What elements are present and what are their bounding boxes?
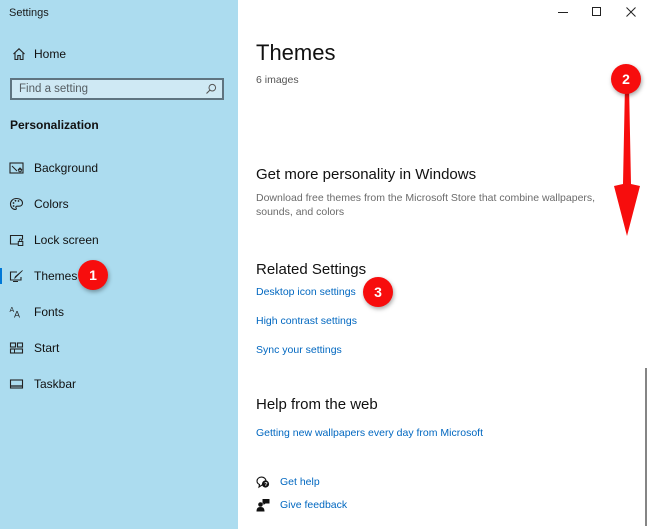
sidebar-item-label: Background — [34, 161, 99, 175]
sidebar-item-label: Fonts — [34, 305, 65, 319]
sidebar-item-colors[interactable]: Colors — [0, 190, 238, 218]
themes-icon — [9, 270, 23, 282]
background-icon — [9, 162, 24, 174]
search-input[interactable] — [12, 80, 205, 98]
sidebar-item-background[interactable]: Background — [0, 154, 238, 182]
personality-description: Download free themes from the Microsoft … — [256, 192, 596, 218]
sidebar-item-taskbar[interactable]: Taskbar — [0, 370, 238, 398]
sidebar-item-label: Colors — [34, 197, 69, 211]
scrollbar-thumb[interactable] — [645, 368, 647, 526]
lock-screen-icon — [9, 234, 24, 246]
search-box[interactable] — [10, 78, 224, 100]
sidebar: Settings Home Personalization Background — [0, 0, 238, 529]
minimize-button[interactable] — [546, 0, 580, 24]
close-button[interactable] — [614, 0, 648, 24]
app-title: Settings — [9, 7, 49, 19]
scroll-down-arrow-annotation — [614, 84, 640, 236]
section-title: Personalization — [10, 118, 99, 132]
sidebar-item-themes[interactable]: Themes — [0, 262, 238, 290]
svg-text:A: A — [14, 310, 20, 320]
home-icon — [13, 48, 25, 61]
personality-heading: Get more personality in Windows — [256, 166, 477, 183]
annotation-badge-3: 3 — [363, 277, 393, 307]
start-icon — [9, 342, 24, 354]
annotation-badge-2: 2 — [611, 64, 641, 94]
help-from-web-heading: Help from the web — [256, 396, 378, 413]
sidebar-item-lock-screen[interactable]: Lock screen — [0, 226, 238, 254]
annotation-badge-1: 1 — [78, 260, 108, 290]
maximize-icon — [592, 7, 601, 16]
sidebar-item-label: Lock screen — [34, 233, 99, 247]
sidebar-item-start[interactable]: Start — [0, 334, 238, 362]
get-help-icon: ? — [256, 476, 270, 489]
fonts-icon: A A — [10, 307, 21, 320]
sidebar-item-label: Themes — [34, 269, 78, 283]
taskbar-icon — [9, 379, 24, 389]
maximize-button[interactable] — [580, 0, 614, 24]
give-feedback-icon — [256, 499, 270, 512]
sidebar-item-label: Start — [34, 341, 60, 355]
wallpapers-help-link[interactable]: Getting new wallpapers every day from Mi… — [256, 427, 483, 439]
related-settings-heading: Related Settings — [256, 261, 367, 278]
home-label: Home — [34, 47, 67, 61]
minimize-icon — [558, 12, 568, 13]
search-icon[interactable] — [205, 83, 217, 95]
desktop-icon-settings-link[interactable]: Desktop icon settings — [256, 286, 356, 298]
close-icon — [626, 7, 636, 17]
palette-icon — [9, 197, 24, 211]
sidebar-item-label: Taskbar — [34, 377, 77, 391]
sidebar-home[interactable]: Home — [0, 40, 238, 68]
sidebar-item-fonts[interactable]: A A Fonts — [0, 298, 238, 326]
page-title: Themes — [256, 40, 336, 65]
give-feedback-label: Give feedback — [280, 499, 348, 511]
sync-settings-link[interactable]: Sync your settings — [256, 344, 342, 356]
high-contrast-settings-link[interactable]: High contrast settings — [256, 315, 357, 327]
get-help-label: Get help — [280, 476, 320, 488]
selection-indicator — [0, 268, 2, 284]
image-count: 6 images — [256, 74, 299, 86]
